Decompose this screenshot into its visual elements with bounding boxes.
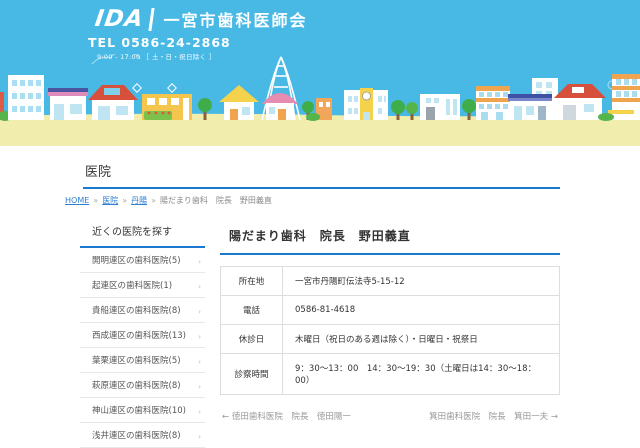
sidebar-item-label: 萩原連区の歯科医院(8) <box>92 379 181 391</box>
sidebar-item-kamiyama[interactable]: 神山連区の歯科医院(10) › <box>80 398 205 423</box>
sidebar-item-okoshi[interactable]: 起連区の歯科医院(1) › <box>80 273 205 298</box>
site-title: 一宮市歯科医師会 <box>163 7 307 31</box>
sidebar-item-label: 神山連区の歯科医院(10) <box>92 404 186 416</box>
page-title: 医院 <box>83 159 560 189</box>
contact-info: TEL 0586-24-2868 9:00 - 17:00 ［ 土・日・祝日除く… <box>88 35 231 61</box>
table-row: 所在地 一宮市丹陽町伝法寺5-15-12 <box>221 267 560 296</box>
row-label-closed-days: 休診日 <box>221 325 283 354</box>
site-header: IDA 一宮市歯科医師会 TEL 0586-24-2868 9:00 - 17:… <box>0 0 640 54</box>
next-clinic-link[interactable]: 箕田歯科医院 院長 箕田一夫 → <box>429 410 558 422</box>
office-hours: 9:00 - 17:00 ［ 土・日・祝日除く ］ <box>88 51 231 61</box>
sidebar-item-haguri[interactable]: 葉栗連区の歯科医院(5) › <box>80 348 205 373</box>
sidebar-item-label: 西成連区の歯科医院(13) <box>92 329 186 341</box>
chevron-right-icon: › <box>198 409 201 416</box>
sidebar-nearby-clinics: 近くの医院を探す 開明連区の歯科医院(5) › 起連区の歯科医院(1) › 貴船… <box>80 214 205 448</box>
row-value-hours: 9：30～13：00 14：30～19：30（土曜日は14：30～18：00） <box>283 354 560 395</box>
town-illustration-banner <box>0 54 640 146</box>
table-row: 診察時間 9：30～13：00 14：30～19：30（土曜日は14：30～18… <box>221 354 560 395</box>
phone-number: TEL 0586-24-2868 <box>88 35 231 50</box>
sidebar-item-label: 貴船連区の歯科医院(8) <box>92 304 181 316</box>
dental-association-logo-icon: IDA <box>93 8 155 31</box>
town-illustration <box>0 54 640 146</box>
chevron-right-icon: › <box>198 359 201 366</box>
sidebar-item-label: 起連区の歯科医院(1) <box>92 279 172 291</box>
clinic-detail: 陽だまり歯科 院長 野田義直 所在地 一宮市丹陽町伝法寺5-15-12 電話 0… <box>220 214 560 448</box>
breadcrumb-district-link[interactable]: 丹陽 <box>131 196 147 205</box>
row-value-closed-days: 木曜日（祝日のある週は除く）・日曜日・祝祭日 <box>283 325 560 354</box>
sidebar-item-nishinari[interactable]: 西成連区の歯科医院(13) › <box>80 323 205 348</box>
sidebar-item-label: 開明連区の歯科医院(5) <box>92 254 181 266</box>
row-value-address: 一宮市丹陽町伝法寺5-15-12 <box>283 267 560 296</box>
row-label-hours: 診察時間 <box>221 354 283 395</box>
chevron-right-icon: › <box>198 384 201 391</box>
site-logo[interactable]: IDA 一宮市歯科医師会 <box>95 7 307 31</box>
row-value-phone: 0586-81-4618 <box>283 296 560 325</box>
row-label-phone: 電話 <box>221 296 283 325</box>
chevron-right-icon: › <box>198 309 201 316</box>
breadcrumb-home-link[interactable]: HOME <box>65 196 89 205</box>
sidebar-item-hagiwara[interactable]: 萩原連区の歯科医院(8) › <box>80 373 205 398</box>
sidebar-title: 近くの医院を探す <box>80 214 205 248</box>
sidebar-item-kifune[interactable]: 貴船連区の歯科医院(8) › <box>80 298 205 323</box>
sidebar-item-kaimei[interactable]: 開明連区の歯科医院(5) › <box>80 248 205 273</box>
chevron-right-icon: › <box>198 434 201 441</box>
chevron-right-icon: › <box>198 259 201 266</box>
breadcrumb: HOME 医院 丹陽 陽だまり歯科 院長 野田義直 <box>62 195 560 206</box>
table-row: 電話 0586-81-4618 <box>221 296 560 325</box>
clinic-heading: 陽だまり歯科 院長 野田義直 <box>220 214 560 255</box>
clinic-pager: ← 徳田歯科医院 院長 徳田陽一 箕田歯科医院 院長 箕田一夫 → <box>220 410 560 422</box>
sidebar-item-label: 浅井連区の歯科医院(8) <box>92 429 181 441</box>
clinic-info-table: 所在地 一宮市丹陽町伝法寺5-15-12 電話 0586-81-4618 休診日… <box>220 266 560 395</box>
row-label-address: 所在地 <box>221 267 283 296</box>
breadcrumb-current: 陽だまり歯科 院長 野田義直 <box>160 196 272 205</box>
sidebar-item-label: 葉栗連区の歯科医院(5) <box>92 354 181 366</box>
prev-clinic-link[interactable]: ← 徳田歯科医院 院長 徳田陽一 <box>222 410 351 422</box>
content-area: 医院 HOME医院丹陽陽だまり歯科 院長 野田義直 近くの医院を探す 開明連区の… <box>62 146 560 448</box>
chevron-right-icon: › <box>198 334 201 341</box>
table-row: 休診日 木曜日（祝日のある週は除く）・日曜日・祝祭日 <box>221 325 560 354</box>
sidebar-item-azai[interactable]: 浅井連区の歯科医院(8) › <box>80 423 205 448</box>
breadcrumb-section-link[interactable]: 医院 <box>102 196 118 205</box>
chevron-right-icon: › <box>198 284 201 291</box>
